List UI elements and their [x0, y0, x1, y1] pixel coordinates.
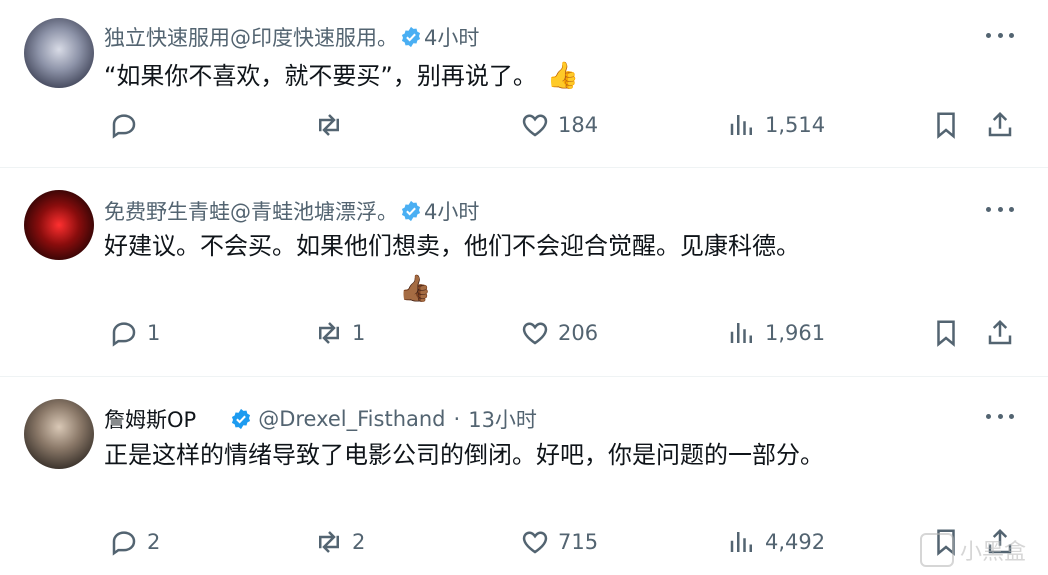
display-name[interactable]: 詹姆斯OP	[104, 404, 196, 434]
tweet-header: 免费野生青蛙@青蛙池塘漂浮。 4小时	[104, 196, 479, 226]
heart-icon	[522, 531, 548, 554]
action-bar: 184 1,514	[0, 110, 1048, 150]
tweet-text-content: 正是这样的情绪导致了电影公司的倒闭。好吧，你是问题的一部分。	[104, 441, 824, 469]
avatar[interactable]	[24, 18, 94, 88]
timestamp[interactable]: 4小时	[424, 22, 479, 52]
tweet-text: “如果你不喜欢，就不要买”，别再说了。 👍	[104, 56, 579, 96]
views-button[interactable]: 1,514	[727, 110, 825, 140]
reply-icon	[112, 322, 136, 347]
view-count: 1,514	[765, 113, 826, 137]
view-count: 1,961	[765, 321, 826, 345]
retweet-count: 2	[352, 530, 366, 554]
reply-button[interactable]: 1	[109, 318, 160, 348]
avatar[interactable]	[24, 190, 94, 260]
analytics-icon	[730, 115, 752, 135]
reply-button[interactable]	[109, 110, 147, 140]
verified-badge-icon	[401, 200, 421, 222]
separator: ·	[453, 407, 461, 431]
action-bar: 1 1 206 1,961	[0, 318, 1048, 358]
analytics-icon	[730, 532, 752, 552]
thumbs-up-emoji: 👍	[546, 61, 580, 91]
tweet-header: 詹姆斯OP @Drexel_Fisthand · 13小时	[104, 404, 537, 434]
heart-icon	[522, 322, 548, 345]
bookmark-icon	[937, 320, 955, 347]
view-count: 4,492	[765, 530, 826, 554]
retweet-button[interactable]: 2	[314, 527, 365, 557]
like-button[interactable]: 184	[520, 110, 598, 140]
share-icon	[988, 111, 1012, 137]
display-name[interactable]: 独立快速服用@印度快速服用。	[104, 22, 398, 52]
verified-badge-icon	[232, 408, 251, 430]
reply-icon	[112, 531, 136, 556]
like-button[interactable]: 206	[520, 318, 598, 348]
timestamp[interactable]: 13小时	[468, 404, 537, 434]
action-bar: 2 2 715 4,492	[0, 527, 1048, 567]
tweet-text-content: 好建议。不会买。如果他们想卖，他们不会迎合觉醒。见康科德。	[104, 232, 800, 260]
retweet-button[interactable]	[314, 110, 352, 140]
retweet-count: 1	[352, 321, 366, 345]
share-button[interactable]	[985, 318, 1015, 348]
thumbs-up-emoji: 👍🏾	[399, 274, 432, 305]
like-count: 206	[558, 321, 599, 345]
retweet-button[interactable]: 1	[314, 318, 365, 348]
bookmark-button[interactable]	[931, 318, 961, 348]
views-button[interactable]: 1,961	[727, 318, 825, 348]
reply-button[interactable]: 2	[109, 527, 160, 557]
tweet-2[interactable]: 免费野生青蛙@青蛙池塘漂浮。 4小时 好建议。不会买。如果他们想卖，他们不会迎合…	[0, 168, 1048, 377]
reply-count: 2	[147, 530, 161, 554]
like-count: 715	[558, 530, 599, 554]
retweet-icon	[319, 531, 339, 553]
site-watermark: 小黑盒	[919, 533, 1026, 567]
tweet-3[interactable]: 詹姆斯OP @Drexel_Fisthand · 13小时 正是这样的情绪导致了…	[0, 377, 1048, 575]
timestamp[interactable]: 4小时	[424, 196, 479, 226]
more-options-icon[interactable]	[986, 24, 1014, 46]
retweet-icon	[319, 322, 339, 344]
tweet-text: 好建议。不会买。如果他们想卖，他们不会迎合觉醒。见康科德。 👍🏾	[104, 228, 800, 309]
bookmark-icon	[937, 112, 955, 139]
more-options-icon[interactable]	[986, 405, 1014, 427]
handle[interactable]: @Drexel_Fisthand	[258, 407, 445, 431]
share-icon	[988, 319, 1012, 345]
reply-count: 1	[147, 321, 161, 345]
share-button[interactable]	[985, 110, 1015, 140]
watermark-logo-icon	[919, 533, 954, 567]
reply-feed: 独立快速服用@印度快速服用。 4小时 “如果你不喜欢，就不要买”，别再说了。 👍 …	[0, 0, 1048, 575]
views-button[interactable]: 4,492	[727, 527, 825, 557]
watermark-text: 小黑盒	[959, 540, 1026, 565]
tweet-text-content: “如果你不喜欢，就不要买”，别再说了。	[104, 62, 537, 90]
analytics-icon	[730, 323, 752, 343]
heart-icon	[522, 114, 548, 137]
tweet-1[interactable]: 独立快速服用@印度快速服用。 4小时 “如果你不喜欢，就不要买”，别再说了。 👍 …	[0, 0, 1048, 168]
display-name[interactable]: 免费野生青蛙@青蛙池塘漂浮。	[104, 196, 398, 226]
bookmark-button[interactable]	[931, 110, 961, 140]
like-button[interactable]: 715	[520, 527, 598, 557]
reply-icon	[112, 114, 136, 139]
verified-badge-icon	[401, 26, 421, 48]
tweet-header: 独立快速服用@印度快速服用。 4小时	[104, 22, 479, 52]
avatar[interactable]	[24, 399, 94, 469]
more-options-icon[interactable]	[986, 198, 1014, 220]
tweet-text: 正是这样的情绪导致了电影公司的倒闭。好吧，你是问题的一部分。	[104, 437, 824, 474]
retweet-icon	[319, 114, 339, 136]
like-count: 184	[558, 113, 599, 137]
